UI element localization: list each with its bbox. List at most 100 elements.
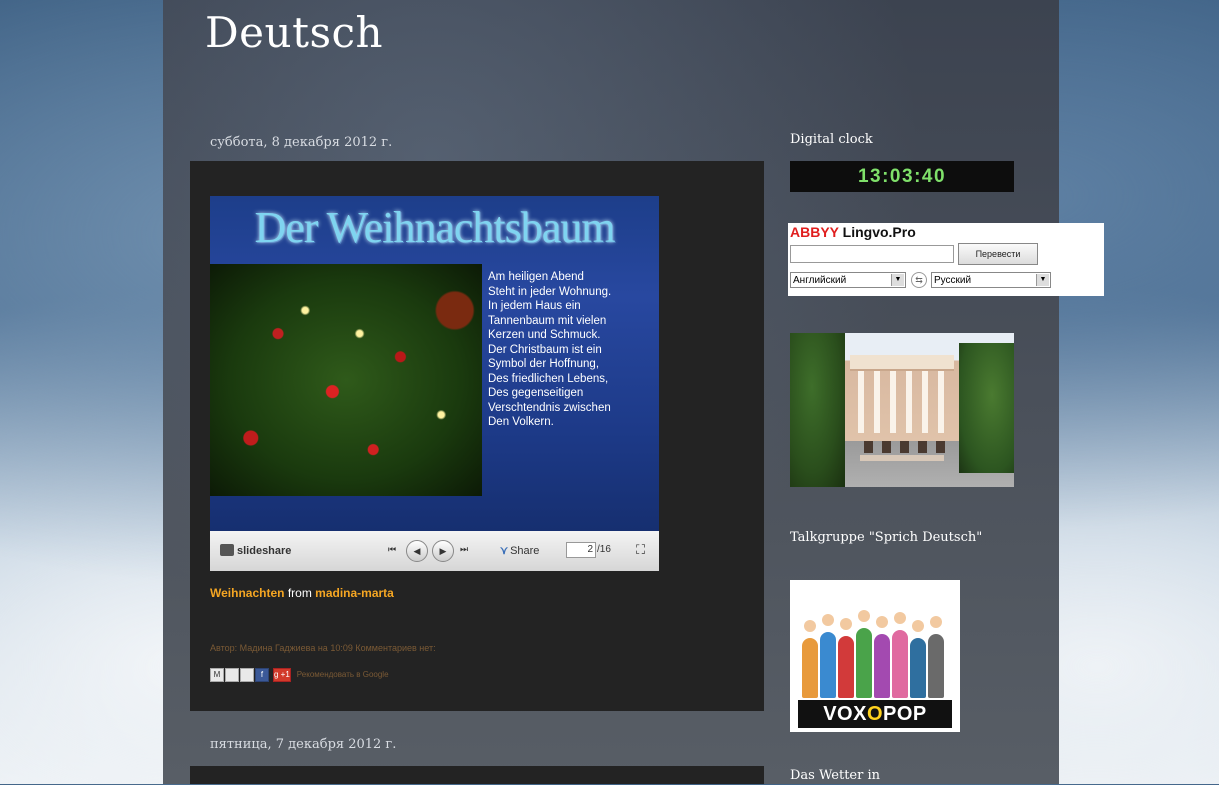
slide-text-line: Tannenbaum mit vielen [488,314,607,327]
person-head [858,610,870,622]
building-photo [790,333,1014,487]
chevron-down-icon: ▼ [1036,274,1049,286]
target-language-value: Русский [934,275,972,286]
building-pediment [850,355,954,371]
person-head [822,614,834,626]
building-window [936,441,945,453]
target-language-select[interactable]: Русский ▼ [931,272,1051,288]
building-column [874,371,880,433]
christmas-tree-image [210,264,482,496]
slide-text-line: Am heiligen Abend [488,271,584,283]
digital-clock: 13:03:40 [790,161,1014,192]
slideshare-brand: slideshare [237,545,292,557]
previous-slide-button[interactable]: ◀ [406,540,428,562]
translate-button[interactable]: Перевести [958,243,1038,265]
slide-text-line: In jedem Haus ein [488,300,581,312]
person-figure [910,638,926,698]
share-buttons: Mf g +1 Рекомендовать в Google [210,668,389,682]
person-figure [856,628,872,698]
slide-text-line: Symbol der Hoffnung, [488,358,600,370]
slide-text-line: Der Christbaum ist ein [488,343,602,356]
google-plus-button[interactable]: g +1 [273,668,291,682]
author-link[interactable]: madina-marta [315,586,394,600]
slide-text-line: Verschtendnis zwischen [488,401,611,414]
person-figure [928,634,944,698]
slide-text-line: Des gegenseitigen [488,387,584,399]
facebook-share-button[interactable]: f [255,668,269,682]
person-head [894,612,906,624]
voxpop-logo-vox: VOX [823,703,867,725]
from-label: from [287,586,312,600]
building-column [858,371,864,433]
building-column [890,371,896,433]
building-window [882,441,891,453]
page-number-input[interactable]: 2 [566,542,596,558]
last-slide-icon[interactable]: ⏭ [460,544,468,555]
clock-widget-title: Digital clock [790,132,873,147]
slideshare-controls: slideshare ⏮ ◀ ▶ ⏭ ⋎ Share 2 /16 ⛶ [210,531,659,571]
slide-text-line: Kerzen und Schmuck. [488,329,601,341]
source-language-select[interactable]: Английский ▼ [790,272,906,288]
building-column [938,371,944,433]
share-icon: ⋎ [500,545,509,557]
lingvo-logo[interactable]: ABBYY Lingvo.Pro [790,224,916,240]
voxpop-logo-o: O [866,703,884,725]
share-button[interactable]: ⋎ Share [500,544,539,557]
person-figure [892,630,908,698]
fullscreen-icon[interactable]: ⛶ [636,542,645,558]
talkgroup-widget-title: Talkgruppe "Sprich Deutsch" [790,530,983,545]
person-head [804,620,816,632]
slideshare-icon [220,544,234,556]
lingvo-brand-pro: Lingvo.Pro [842,224,916,240]
lingvo-search-input[interactable] [790,245,954,263]
voxpop-image-link[interactable]: VOXOPOP [790,580,960,732]
person-figure [802,638,818,698]
person-head [840,618,852,630]
lingvo-widget: ABBYY Lingvo.Pro Перевести Английский ▼ ⇆… [788,223,1104,296]
post-footer[interactable]: Автор: Мадина Гаджиева на 10:09 Коммента… [210,643,436,653]
first-slide-icon[interactable]: ⏮ [388,544,396,555]
source-language-value: Английский [793,275,847,286]
slideshow-slide[interactable]: Der Weihnachtsbaum Am heiligen Abend Steh… [210,196,659,531]
building-steps [860,455,944,461]
chevron-down-icon: ▼ [891,274,904,286]
voxpop-logo-pop: POP [883,703,927,725]
person-head [930,616,942,628]
tree-shape [959,343,1014,473]
slide-text-line: Steht in jeder Wohnung. [488,285,612,298]
slideshow-title-link[interactable]: Weihnachten [210,586,284,600]
post-date-header: суббота, 8 декабря 2012 г. [210,135,393,150]
twitter-share-button[interactable] [240,668,254,682]
building-column [922,371,928,433]
page-total: /16 [597,544,611,555]
post-body: Der Weihnachtsbaum Am heiligen Abend Steh… [190,161,764,711]
building-column [906,371,912,433]
blog-title[interactable]: Deutsch [205,8,383,57]
share-label: Share [510,545,540,557]
person-figure [820,632,836,698]
slideshare-logo[interactable]: slideshare [220,544,291,557]
voxpop-logo: VOXOPOP [798,700,952,728]
swap-languages-icon[interactable]: ⇆ [911,272,927,288]
tree-shape [790,333,845,487]
building-window [918,441,927,453]
post-body-2 [190,766,764,784]
next-slide-button[interactable]: ▶ [432,540,454,562]
person-head [876,616,888,628]
post-date-header-2: пятница, 7 декабря 2012 г. [210,737,397,752]
slide-text-line: Des friedlichen Lebens, [488,372,609,385]
person-figure [838,636,854,698]
email-share-button[interactable]: M [210,668,224,682]
person-head [912,620,924,632]
building-window [864,441,873,453]
weather-widget-title: Das Wetter in [790,768,880,783]
slide-title: Der Weihnachtsbaum [254,203,615,252]
lingvo-brand-abbyy: ABBYY [790,224,839,240]
post-source-line: Weihnachten from madina-marta [210,586,394,600]
slide-text-line: Den Volkern. [488,416,554,428]
building-window [900,441,909,453]
person-figure [874,634,890,698]
blog-share-button[interactable] [225,668,239,682]
recommend-google-label[interactable]: Рекомендовать в Google [297,668,389,682]
slide-text: Am heiligen Abend Steht in jeder Wohnung.… [488,270,656,430]
